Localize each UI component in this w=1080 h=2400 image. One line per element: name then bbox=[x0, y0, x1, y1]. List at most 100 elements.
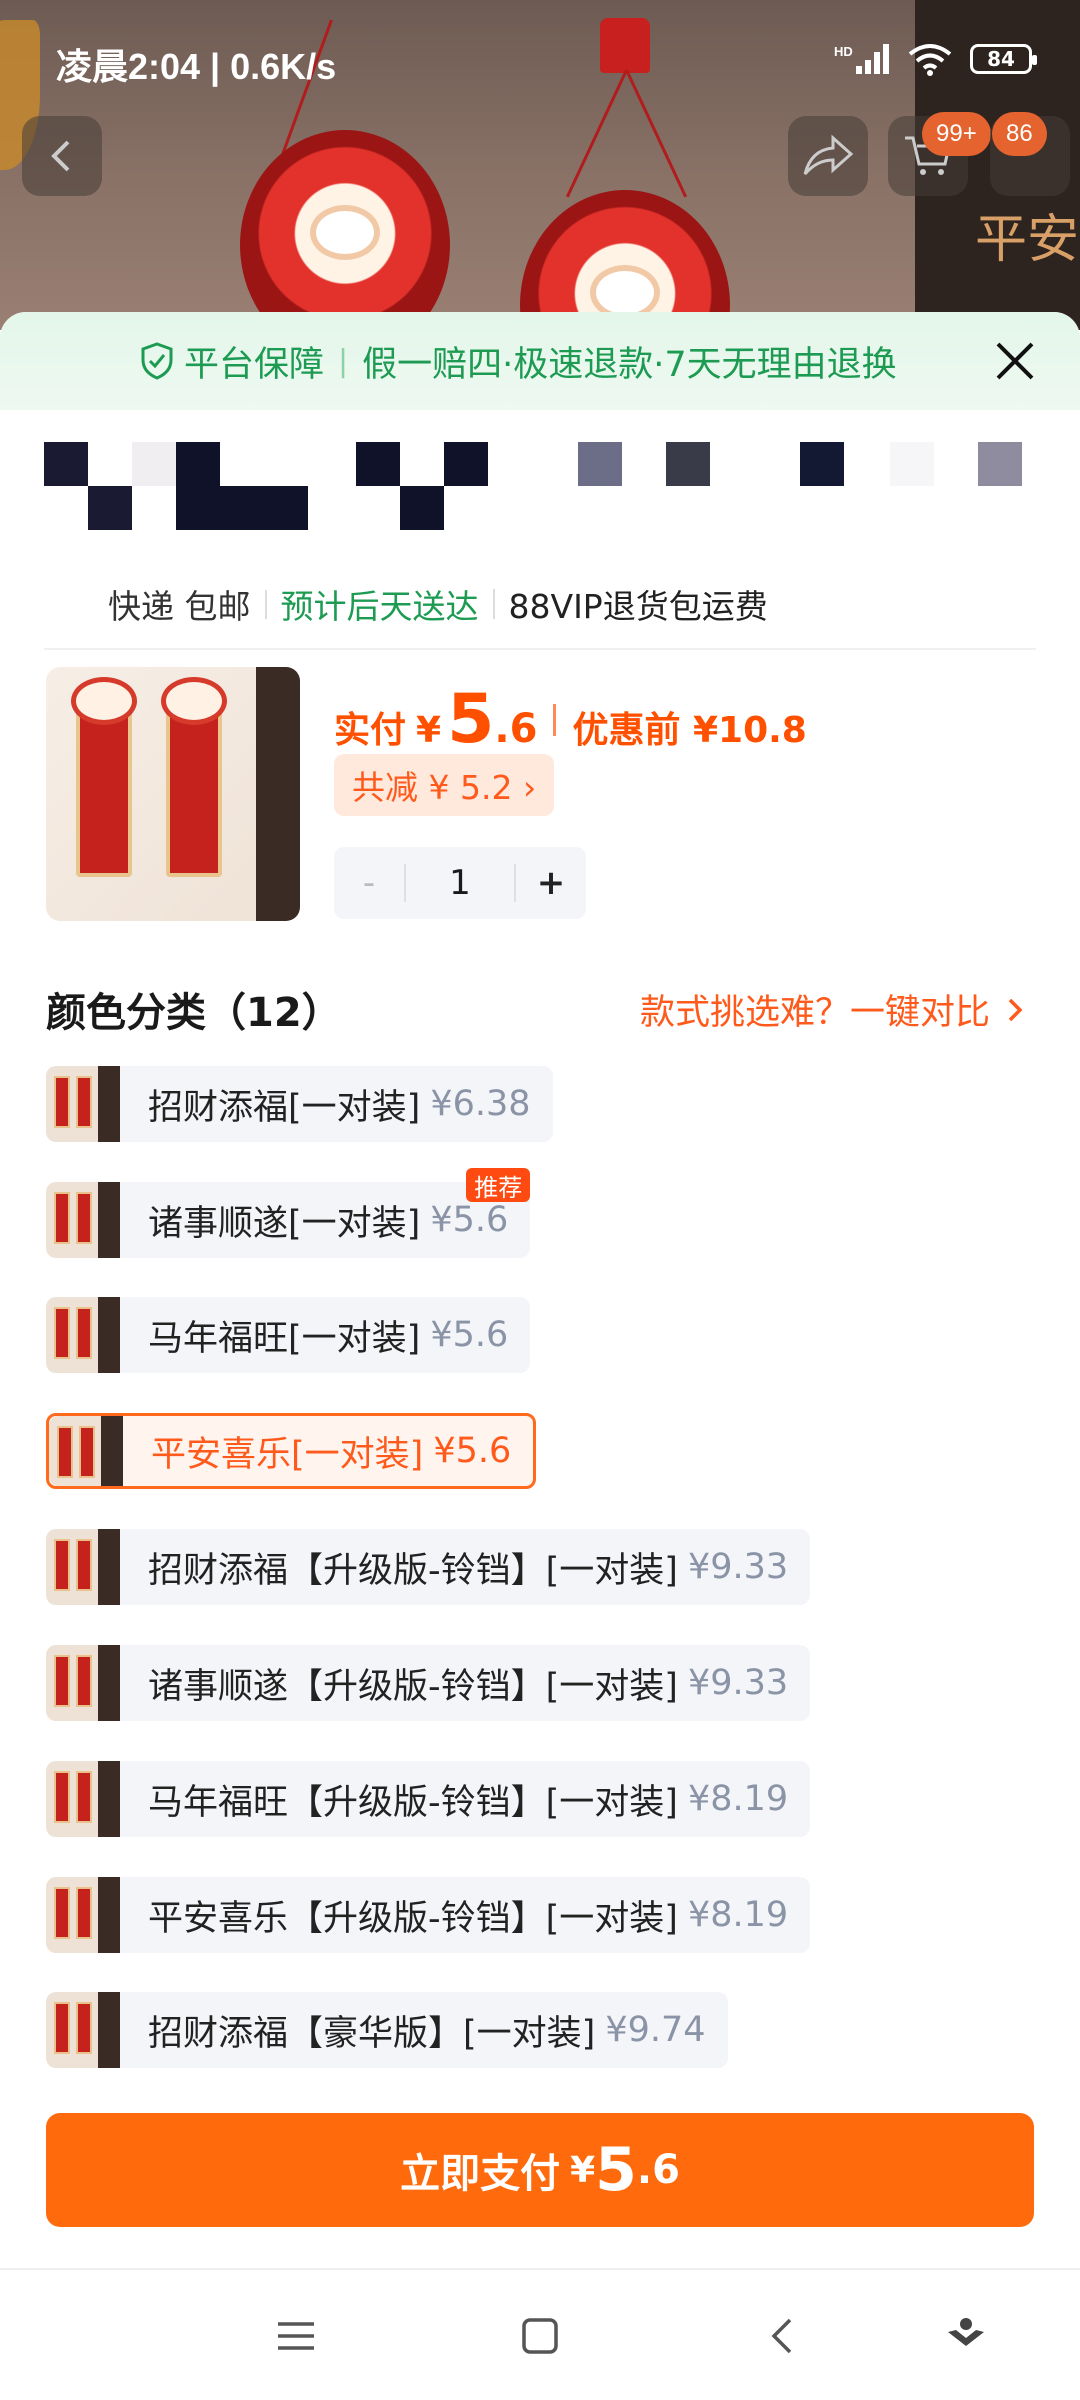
scroll-decor bbox=[166, 707, 222, 877]
system-nav-bar bbox=[0, 2268, 1080, 2400]
home-icon[interactable] bbox=[516, 2312, 564, 2360]
increase-button[interactable]: + bbox=[516, 863, 586, 903]
variant-name: 平安喜乐[一对装] bbox=[151, 1434, 424, 1475]
variant-chip[interactable]: 诸事顺遂[一对装] ¥5.6 推荐 bbox=[46, 1168, 531, 1258]
quantity-value[interactable]: 1 bbox=[404, 864, 516, 902]
discount-badge[interactable]: 共减 ¥ 5.2 › bbox=[334, 754, 555, 816]
variant-price: ¥5.6 bbox=[430, 1200, 509, 1240]
variant-chip[interactable]: 马年福旺【升级版-铃铛】[一对装] ¥8.19 bbox=[46, 1761, 811, 1837]
variant-thumbnail bbox=[46, 1297, 120, 1373]
variant-name: 平安喜乐【升级版-铃铛】[一对装] bbox=[148, 1898, 678, 1939]
variant-thumbnail bbox=[46, 1877, 120, 1953]
variant-price: ¥9.74 bbox=[605, 2010, 706, 2050]
lion-head-decor bbox=[161, 677, 227, 725]
price-row: 实付 ¥ 5 .6 优惠前 ¥10.8 bbox=[334, 680, 807, 759]
variant-name: 马年福旺[一对装] bbox=[148, 1318, 421, 1359]
address-mosaic bbox=[44, 442, 1034, 542]
decrease-button[interactable]: - bbox=[334, 863, 404, 903]
message-badge: 86 bbox=[992, 112, 1047, 156]
signal-icon: HD bbox=[834, 44, 889, 74]
color-category-title: 颜色分类（12） bbox=[46, 990, 342, 1036]
pay-label: 立即支付 bbox=[400, 2151, 561, 2197]
cart-badge: 99+ bbox=[922, 112, 991, 156]
variant-name: 招财添福【升级版-铃铛】[一对装] bbox=[148, 1550, 678, 1591]
cart-button[interactable]: 99+ bbox=[888, 112, 991, 196]
close-icon[interactable] bbox=[990, 336, 1040, 386]
variant-price: ¥8.19 bbox=[687, 1779, 789, 1819]
lion-ornament bbox=[240, 130, 450, 330]
pay-currency: ¥ bbox=[570, 2149, 596, 2191]
sku-selection-sheet: 平台保障 | 假一赔四·极速退款·7天无理由退换 快递 包邮 预计后天送达 88… bbox=[0, 312, 1080, 2400]
variant-name: 招财添福[一对装] bbox=[148, 1087, 421, 1128]
variant-name: 马年福旺【升级版-铃铛】[一对装] bbox=[148, 1782, 678, 1823]
status-icons: HD 84 bbox=[834, 42, 1037, 76]
clipped-overlay bbox=[44, 560, 304, 590]
compare-styles-link[interactable]: 款式挑选难？一键对比 bbox=[640, 984, 1030, 1035]
chevron-right-icon bbox=[1008, 998, 1023, 1021]
chevron-left-icon bbox=[51, 140, 70, 172]
variant-chip[interactable]: 招财添福[一对装] ¥6.38 bbox=[46, 1066, 553, 1142]
variant-name: 诸事顺遂【升级版-铃铛】[一对装] bbox=[148, 1666, 678, 1707]
variant-thumbnail bbox=[46, 1182, 120, 1258]
original-price: 优惠前 ¥10.8 bbox=[572, 710, 807, 751]
share-icon bbox=[803, 134, 854, 175]
variant-price: ¥6.38 bbox=[430, 1084, 531, 1124]
svg-text:HD: HD bbox=[834, 44, 853, 59]
status-time: 凌晨2:04 | 0.6K/s bbox=[56, 46, 337, 87]
message-button[interactable]: 86 bbox=[990, 112, 1070, 196]
menu-icon[interactable] bbox=[272, 2312, 320, 2360]
variant-chip[interactable]: 诸事顺遂【升级版-铃铛】[一对装] ¥9.33 bbox=[46, 1645, 811, 1721]
guarantee-title: 平台保障 bbox=[184, 344, 325, 385]
divider bbox=[264, 589, 267, 619]
variant-price: ¥5.6 bbox=[430, 1315, 509, 1355]
shipping-info-row: 快递 包邮 预计后天送达 88VIP退货包运费 bbox=[44, 560, 1036, 650]
back-nav-icon[interactable] bbox=[760, 2312, 808, 2360]
battery-icon: 84 bbox=[970, 44, 1037, 74]
thumbnail-side-panel bbox=[256, 667, 300, 921]
wifi-icon bbox=[908, 44, 952, 76]
quantity-stepper: - 1 + bbox=[334, 847, 586, 919]
variant-price: ¥9.33 bbox=[687, 1547, 789, 1587]
variant-thumbnail bbox=[46, 1529, 120, 1605]
variant-name: 诸事顺遂[一对装] bbox=[148, 1203, 421, 1244]
paid-integer: 5 bbox=[447, 680, 495, 759]
pay-integer: 5 bbox=[595, 2135, 637, 2205]
vip-return-shipping: 88VIP退货包运费 bbox=[508, 587, 768, 626]
variant-chip[interactable]: 马年福旺[一对装] ¥5.6 bbox=[46, 1297, 531, 1373]
divider bbox=[553, 703, 557, 736]
variant-chip-selected[interactable]: 平安喜乐[一对装] ¥5.6 bbox=[46, 1413, 537, 1489]
recommended-badge: 推荐 bbox=[466, 1168, 531, 1202]
variant-thumbnail bbox=[46, 1992, 120, 2068]
guarantee-detail: 假一赔四·极速退款·7天无理由退换 bbox=[362, 344, 897, 385]
assistant-icon[interactable] bbox=[942, 2312, 990, 2360]
paid-decimal: .6 bbox=[494, 706, 538, 752]
pay-now-button[interactable]: 立即支付 ¥ 5 .6 bbox=[46, 2113, 1034, 2227]
variant-thumbnail bbox=[46, 1066, 120, 1142]
variant-chip[interactable]: 招财添福【升级版-铃铛】[一对装] ¥9.33 bbox=[46, 1529, 811, 1605]
delivery-eta: 预计后天送达 bbox=[280, 587, 479, 626]
lion-head-decor bbox=[71, 677, 137, 725]
currency-symbol: ¥ bbox=[416, 710, 442, 751]
variant-name: 招财添福【豪华版】[一对装] bbox=[148, 2013, 596, 2054]
divider: | bbox=[338, 343, 349, 379]
status-bar: 凌晨2:04 | 0.6K/s HD 84 bbox=[0, 0, 1080, 120]
divider bbox=[492, 589, 495, 619]
share-button[interactable] bbox=[788, 116, 868, 196]
selected-product-thumbnail[interactable] bbox=[46, 667, 300, 921]
banner-text: 平安 bbox=[975, 210, 1080, 270]
variant-chip[interactable]: 招财添福【豪华版】[一对装] ¥9.74 bbox=[46, 1992, 728, 2068]
platform-guarantee-bar: 平台保障 | 假一赔四·极速退款·7天无理由退换 bbox=[0, 312, 1080, 410]
variant-thumbnail bbox=[46, 1761, 120, 1837]
paid-label: 实付 bbox=[334, 710, 407, 751]
compare-label: 款式挑选难？一键对比 bbox=[639, 993, 990, 1033]
variant-price: ¥5.6 bbox=[433, 1431, 512, 1471]
lion-ornament bbox=[520, 190, 730, 330]
pay-decimal: .6 bbox=[636, 2147, 680, 2193]
shield-check-icon bbox=[141, 342, 173, 380]
back-button[interactable] bbox=[22, 116, 102, 196]
scroll-decor bbox=[76, 707, 132, 877]
variant-thumbnail bbox=[46, 1645, 120, 1721]
variant-chip[interactable]: 平安喜乐【升级版-铃铛】[一对装] ¥8.19 bbox=[46, 1877, 811, 1953]
variant-price: ¥9.33 bbox=[687, 1663, 789, 1703]
variant-price: ¥8.19 bbox=[687, 1895, 789, 1935]
